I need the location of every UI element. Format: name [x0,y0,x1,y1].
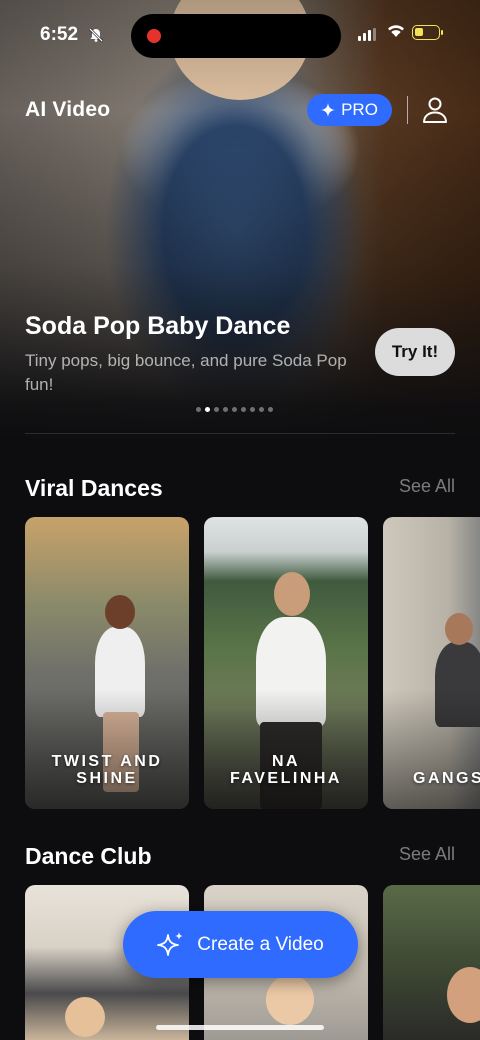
card-label: GANGS [413,770,480,787]
see-all-viral-dances[interactable]: See All [399,476,455,497]
create-video-label: Create a Video [197,933,324,955]
silent-bell-icon [88,27,104,47]
video-card[interactable]: TWIST AND SHINE [25,517,189,809]
dynamic-island [131,14,341,58]
carousel-dot[interactable] [259,407,264,412]
cellular-signal-icon [358,28,376,41]
carousel-dot[interactable] [205,407,210,412]
video-card[interactable]: GANGS [383,517,480,809]
wifi-icon [386,22,406,43]
hero-text: Soda Pop Baby Dance Tiny pops, big bounc… [25,312,355,397]
section-title-dance-club: Dance Club [25,843,152,869]
pro-label: PRO [341,100,378,119]
person-head [447,967,480,1023]
pro-button[interactable]: PRO [307,94,392,126]
battery-icon [412,25,443,40]
status-time: 6:52 [40,24,79,45]
carousel-dot[interactable] [223,407,228,412]
recording-dot-icon [147,29,161,43]
top-bar: AI Video PRO [0,90,480,134]
sparkles-icon [157,931,184,956]
carousel-dot[interactable] [241,407,246,412]
video-card[interactable]: NA FAVELINHA [204,517,368,809]
profile-icon[interactable] [422,96,448,124]
header-divider [407,96,408,124]
card-label: TWIST AND SHINE [51,753,163,787]
hero-subtitle: Tiny pops, big bounce, and pure Soda Pop… [25,351,347,394]
home-indicator[interactable] [156,1025,324,1030]
app-title: AI Video [25,98,111,121]
see-all-dance-club[interactable]: See All [399,844,455,865]
child-head [266,975,314,1025]
hero-title: Soda Pop Baby Dance [25,312,291,340]
child-head [65,997,105,1037]
create-video-button[interactable]: Create a Video [123,911,358,978]
viral-dances-row[interactable]: TWIST AND SHINE NA FAVELINHA GANGS [25,517,480,809]
carousel-dot[interactable] [196,407,201,412]
dancer-head [105,595,135,629]
dancer-head [274,572,310,616]
carousel-dot[interactable] [250,407,255,412]
section-title-viral-dances: Viral Dances [25,475,163,501]
try-it-button[interactable]: Try It! [375,328,455,376]
hero-divider [25,433,455,434]
sparkle-icon [321,103,336,117]
status-bar: 6:52 [0,0,480,72]
carousel-page-indicator[interactable] [196,407,273,412]
dancer-head [445,613,473,645]
carousel-dot[interactable] [232,407,237,412]
carousel-dot[interactable] [268,407,273,412]
video-card[interactable] [383,885,480,1040]
carousel-dot[interactable] [214,407,219,412]
card-label: NA FAVELINHA [230,753,342,787]
